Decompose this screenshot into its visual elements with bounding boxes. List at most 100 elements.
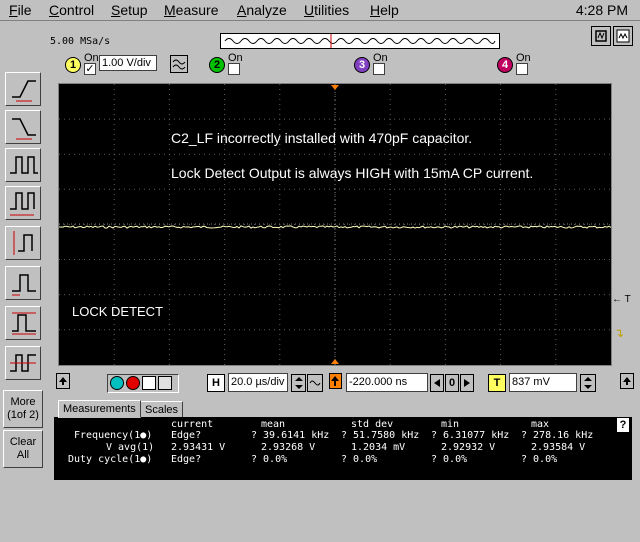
measurement-std-dev: ? 51.7580 kHz: [341, 430, 420, 441]
falling-edge-trigger-button[interactable]: [5, 110, 41, 144]
pulse-period-button[interactable]: [5, 186, 41, 220]
measurement-min: ? 6.31077 kHz: [431, 430, 510, 441]
top-base-icon: [12, 312, 36, 335]
channel-1-ground-marker: ↴: [614, 326, 625, 340]
delay-marker-button[interactable]: [329, 373, 342, 389]
menu-measure[interactable]: Measure: [164, 2, 218, 18]
measurement-max: 2.93584 V: [531, 442, 586, 453]
channel-4-indicator[interactable]: 4: [497, 57, 513, 73]
ac-coupling-icon: [172, 59, 186, 70]
single-acquire-icon[interactable]: [142, 376, 156, 390]
top-toolbar: 5.00 MSa/s: [48, 22, 640, 50]
trigger-level-field[interactable]: 837 mV: [509, 373, 577, 392]
spin-icon: [584, 377, 592, 389]
navigator-waveform-icon: [224, 34, 496, 48]
waveform-display[interactable]: C2_LF incorrectly installed with 470pF c…: [58, 83, 612, 366]
header-std-dev: std dev: [351, 419, 394, 430]
menu-control[interactable]: Control: [49, 2, 94, 18]
measurement-min: ? 0.0%: [431, 454, 468, 465]
menu-utilities[interactable]: Utilities: [304, 2, 349, 18]
time-scale-spin-button[interactable]: [291, 374, 306, 392]
more-button[interactable]: More (1of 2): [3, 390, 43, 428]
time-per-div-field[interactable]: 20.0 µs/div: [228, 373, 288, 392]
timebase-bar: H 20.0 µs/div -220.000 ns 0 T 837 mV: [54, 370, 640, 396]
channel-4-checkbox[interactable]: [516, 63, 528, 75]
measurement-table: current mean std dev min max Frequency(1…: [54, 417, 632, 480]
top-base-button[interactable]: [5, 306, 41, 340]
delay-field[interactable]: -220.000 ns: [346, 373, 428, 392]
window-restore-button[interactable]: [613, 26, 633, 46]
measurement-row: Frequency(1●) Edge? ? 39.6141 kHz ? 51.7…: [54, 430, 632, 442]
rise-time-button[interactable]: [5, 226, 41, 260]
measurement-name: V avg(1): [106, 442, 155, 453]
pulse-width-icon: [10, 156, 38, 174]
run-icon[interactable]: [110, 376, 124, 390]
more-button-label: More (1of 2): [7, 396, 39, 421]
trigger-level-spin-button[interactable]: [580, 374, 596, 392]
pulse-width-button[interactable]: [5, 148, 41, 182]
channel-3-checkbox[interactable]: [373, 63, 385, 75]
left-toolbar: More (1of 2) Clear All: [0, 22, 48, 480]
print-icon[interactable]: [158, 376, 172, 390]
delay-zero-button[interactable]: 0: [445, 374, 459, 392]
falling-edge-icon: [12, 118, 36, 140]
clear-all-button[interactable]: Clear All: [3, 430, 43, 468]
channel-1-indicator[interactable]: 1: [65, 57, 81, 73]
waveform-navigator[interactable]: [220, 33, 500, 49]
measurement-mean: 2.93268 V: [261, 442, 316, 453]
delay-right-button[interactable]: [460, 374, 474, 392]
menu-setup[interactable]: Setup: [111, 2, 148, 18]
measurement-row: Duty cycle(1●) Edge? ? 0.0% ? 0.0% ? 0.0…: [54, 454, 632, 466]
zoom-window-button[interactable]: [591, 26, 611, 46]
zoom-window-icon: [595, 30, 607, 42]
measurement-name: Frequency(1●): [74, 430, 153, 441]
menu-file[interactable]: File: [9, 2, 32, 18]
run-controls: [107, 374, 179, 393]
delta-time-button[interactable]: [5, 346, 41, 380]
measurements-panel: Measurements Scales ? current mean std d…: [54, 400, 634, 480]
scroll-up-button[interactable]: [56, 373, 70, 389]
clear-all-button-label: Clear All: [9, 436, 37, 461]
channel-1-coupling-button[interactable]: [170, 55, 188, 73]
delta-time-icon: [10, 354, 36, 372]
menu-help[interactable]: Help: [370, 2, 399, 18]
header-max: max: [531, 419, 550, 430]
rising-edge-icon: [12, 80, 36, 102]
measurement-current: 2.93431 V: [171, 442, 226, 453]
channel-1-checkbox[interactable]: ✓: [84, 63, 96, 75]
delay-marker-icon: [331, 376, 339, 386]
header-current: current: [171, 419, 214, 430]
menu-analyze[interactable]: Analyze: [237, 2, 287, 18]
amplitude-button[interactable]: [5, 266, 41, 300]
channel-2-checkbox[interactable]: [228, 63, 240, 75]
channel-3-indicator[interactable]: 3: [354, 57, 370, 73]
delay-left-button[interactable]: [430, 374, 444, 392]
header-mean: mean: [261, 419, 286, 430]
clock: 4:28 PM: [575, 2, 628, 18]
arrow-up-icon: [59, 377, 67, 385]
channel-1-scale-field[interactable]: 1.00 V/div: [99, 55, 157, 71]
window-restore-icon: [616, 29, 630, 43]
rising-edge-trigger-button[interactable]: [5, 72, 41, 106]
arrow-left-icon: [434, 379, 440, 387]
tab-measurements[interactable]: Measurements: [58, 400, 141, 418]
rise-time-icon: [13, 231, 33, 255]
channel-2-indicator[interactable]: 2: [209, 57, 225, 73]
arrow-right-icon: [464, 379, 470, 387]
amplitude-icon: [12, 274, 36, 296]
help-button[interactable]: ?: [616, 417, 630, 433]
annotation-lock-detect-label: LOCK DETECT: [72, 304, 164, 319]
stop-icon[interactable]: [126, 376, 140, 390]
time-fine-button[interactable]: [307, 374, 323, 392]
trigger-level-marker: ← T: [612, 294, 631, 305]
measurement-mean: ? 0.0%: [251, 454, 288, 465]
measurement-current: Edge?: [171, 454, 202, 465]
trigger-label: T: [488, 374, 506, 392]
scroll-down-button[interactable]: [620, 373, 634, 389]
measurement-std-dev: ? 0.0%: [341, 454, 378, 465]
pulse-period-icon: [10, 192, 35, 216]
sample-rate: 5.00 MSa/s: [50, 36, 111, 47]
horizontal-label: H: [207, 374, 225, 392]
measurement-current: Edge?: [171, 430, 202, 441]
channel-bar: 1 On ✓ 1.00 V/div 2 On 3 On 4 On: [48, 51, 640, 79]
